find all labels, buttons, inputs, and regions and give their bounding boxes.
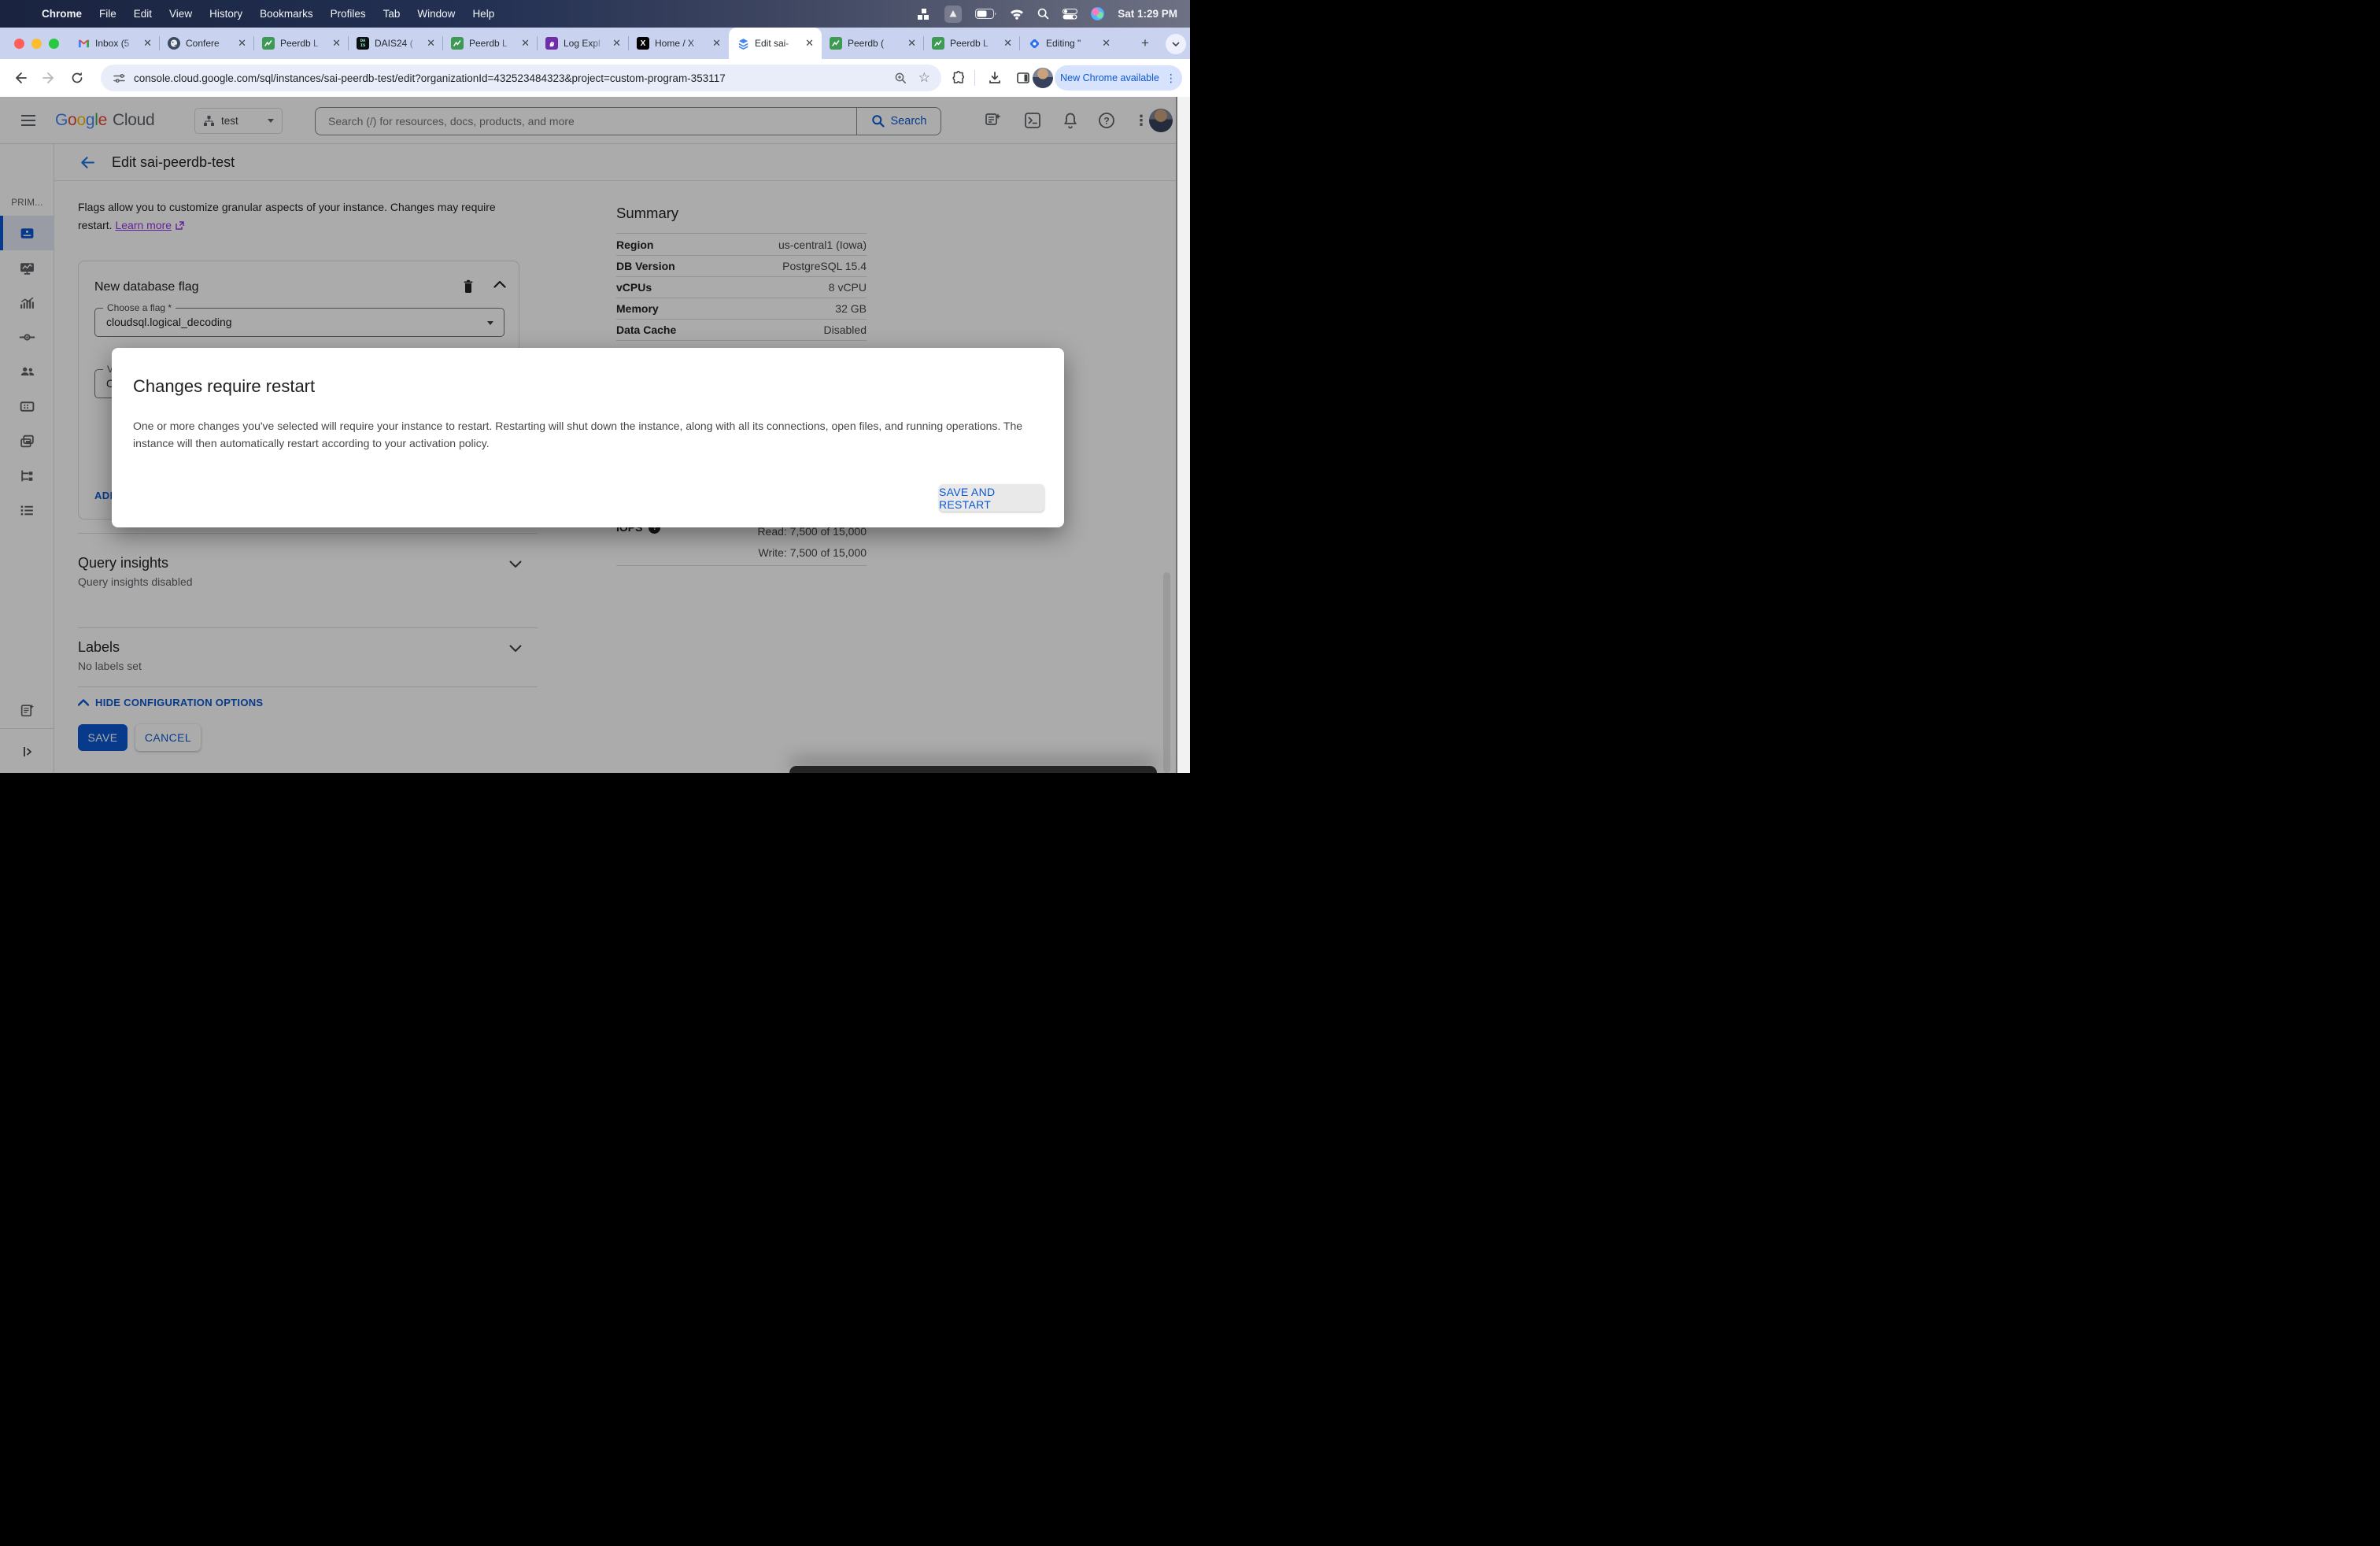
datadog-favicon xyxy=(545,37,558,50)
downloads-icon[interactable] xyxy=(985,68,1004,87)
tab-edit-instance-active[interactable]: Edit sai- ✕ xyxy=(729,28,822,59)
peerdb-favicon xyxy=(451,37,464,50)
dialog-save-and-restart-button[interactable]: SAVE AND RESTART xyxy=(939,484,1044,512)
control-center-icon[interactable] xyxy=(1062,8,1078,20)
tab-title: Home / X xyxy=(655,38,695,49)
address-bar[interactable]: console.cloud.google.com/sql/instances/s… xyxy=(101,65,941,91)
dialog-title: Changes require restart xyxy=(133,376,316,396)
url-text[interactable]: console.cloud.google.com/sql/instances/s… xyxy=(134,72,894,84)
stats-widget-icon[interactable] xyxy=(917,7,931,21)
zoom-page-icon[interactable] xyxy=(894,72,907,85)
toolbar-divider xyxy=(974,70,975,86)
menu-history[interactable]: History xyxy=(201,8,251,20)
close-tab-icon[interactable]: ✕ xyxy=(711,37,722,50)
wifi-icon[interactable] xyxy=(1010,9,1024,20)
tab-title: Peerdb L xyxy=(950,38,989,49)
restart-confirmation-dialog: Changes require restart One or more chan… xyxy=(112,348,1064,527)
tab-title: Edit sai- xyxy=(755,38,789,49)
peerdb-favicon xyxy=(830,37,842,50)
minimize-window-button[interactable] xyxy=(31,39,42,49)
tab-title: Peerdb L xyxy=(280,38,319,49)
peerdb-favicon xyxy=(932,37,944,50)
macos-menu-bar: Chrome File Edit View History Bookmarks … xyxy=(0,0,1190,28)
menu-bookmarks[interactable]: Bookmarks xyxy=(251,8,322,20)
tab-peerdb-3[interactable]: Peerdb ( ✕ xyxy=(822,28,924,59)
close-tab-icon[interactable]: ✕ xyxy=(1100,37,1112,50)
x-favicon: X xyxy=(637,37,649,50)
window-controls xyxy=(14,39,59,49)
close-tab-icon[interactable]: ✕ xyxy=(331,37,342,50)
update-chrome-chip[interactable]: New Chrome available ⋮ xyxy=(1055,65,1182,91)
tab-title: Log Expl xyxy=(564,38,601,49)
chrome-tab-strip: Inbox (5 ✕ Confere ✕ Peerdb L ✕ DA IS DAI… xyxy=(0,28,1190,59)
close-tab-icon[interactable]: ✕ xyxy=(804,37,815,50)
tab-dais24[interactable]: DA IS DAIS24 ( ✕ xyxy=(349,28,443,59)
browser-menu-icon[interactable]: ⋮ xyxy=(1166,72,1177,85)
site-info-icon[interactable] xyxy=(113,72,126,85)
back-icon[interactable] xyxy=(11,68,30,87)
spotlight-search-icon[interactable] xyxy=(1037,8,1049,20)
postgresql-favicon xyxy=(168,37,180,50)
tab-peerdb-1[interactable]: Peerdb L ✕ xyxy=(254,28,349,59)
side-panel-icon[interactable] xyxy=(1014,68,1033,87)
battery-icon[interactable] xyxy=(975,9,996,19)
menu-help[interactable]: Help xyxy=(464,8,503,20)
update-chip-label: New Chrome available xyxy=(1060,72,1159,83)
forward-icon[interactable] xyxy=(39,68,58,87)
chrome-toolbar: console.cloud.google.com/sql/instances/s… xyxy=(0,59,1190,97)
background-window-sliver[interactable] xyxy=(1176,97,1190,773)
menu-view[interactable]: View xyxy=(161,8,201,20)
tab-peerdb-2[interactable]: Peerdb L ✕ xyxy=(443,28,538,59)
tab-peerdb-4[interactable]: Peerdb L ✕ xyxy=(924,28,1020,59)
tab-search-button[interactable] xyxy=(1166,34,1186,54)
menu-profiles[interactable]: Profiles xyxy=(322,8,375,20)
tab-title: Confere xyxy=(186,38,220,49)
peerdb-favicon xyxy=(262,37,275,50)
cloud-sql-favicon xyxy=(737,37,749,50)
tab-title: DAIS24 ( xyxy=(375,38,413,49)
close-window-button[interactable] xyxy=(14,39,24,49)
tab-title: Inbox (5 xyxy=(95,38,130,49)
close-tab-icon[interactable]: ✕ xyxy=(519,37,531,50)
close-tab-icon[interactable]: ✕ xyxy=(1002,37,1014,50)
screen: Chrome File Edit View History Bookmarks … xyxy=(0,0,1190,773)
close-tab-icon[interactable]: ✕ xyxy=(425,37,437,50)
background-window-edge[interactable] xyxy=(789,766,1157,773)
new-tab-button[interactable]: + xyxy=(1136,34,1155,53)
close-tab-icon[interactable]: ✕ xyxy=(906,37,918,50)
menu-window[interactable]: Window xyxy=(408,8,464,20)
reload-icon[interactable] xyxy=(68,68,87,87)
browser-profile-avatar[interactable] xyxy=(1033,68,1053,88)
tab-inbox[interactable]: Inbox (5 ✕ xyxy=(69,28,160,59)
tab-title: Peerdb L xyxy=(469,38,508,49)
tab-editing[interactable]: Editing " ✕ xyxy=(1020,28,1118,59)
extensions-icon[interactable] xyxy=(949,68,968,87)
tab-title: Peerdb ( xyxy=(848,38,885,49)
dialog-body-text: One or more changes you've selected will… xyxy=(133,420,1023,449)
close-tab-icon[interactable]: ✕ xyxy=(236,37,248,50)
tab-log-explorer[interactable]: Log Expl ✕ xyxy=(538,28,629,59)
gmail-favicon xyxy=(77,37,90,50)
siri-icon[interactable] xyxy=(1091,7,1105,20)
tab-title: Editing " xyxy=(1046,38,1081,49)
zoom-window-button[interactable] xyxy=(49,39,59,49)
screenshot-app-icon[interactable] xyxy=(944,5,963,23)
tab-x-home[interactable]: X Home / X ✕ xyxy=(629,28,729,59)
close-tab-icon[interactable]: ✕ xyxy=(611,37,623,50)
menu-bar-clock[interactable]: Sat 1:29 PM xyxy=(1118,8,1177,20)
menu-chrome[interactable]: Chrome xyxy=(33,8,91,20)
close-tab-icon[interactable]: ✕ xyxy=(142,37,153,50)
page-scrollbar[interactable] xyxy=(1163,572,1170,773)
dais-favicon: DA IS xyxy=(357,37,369,50)
menu-edit[interactable]: Edit xyxy=(125,8,161,20)
tab-conference[interactable]: Confere ✕ xyxy=(160,28,254,59)
bookmark-star-icon[interactable]: ☆ xyxy=(918,70,930,86)
menu-tab[interactable]: Tab xyxy=(375,8,409,20)
editing-app-favicon xyxy=(1028,37,1040,50)
menu-file[interactable]: File xyxy=(91,8,125,20)
